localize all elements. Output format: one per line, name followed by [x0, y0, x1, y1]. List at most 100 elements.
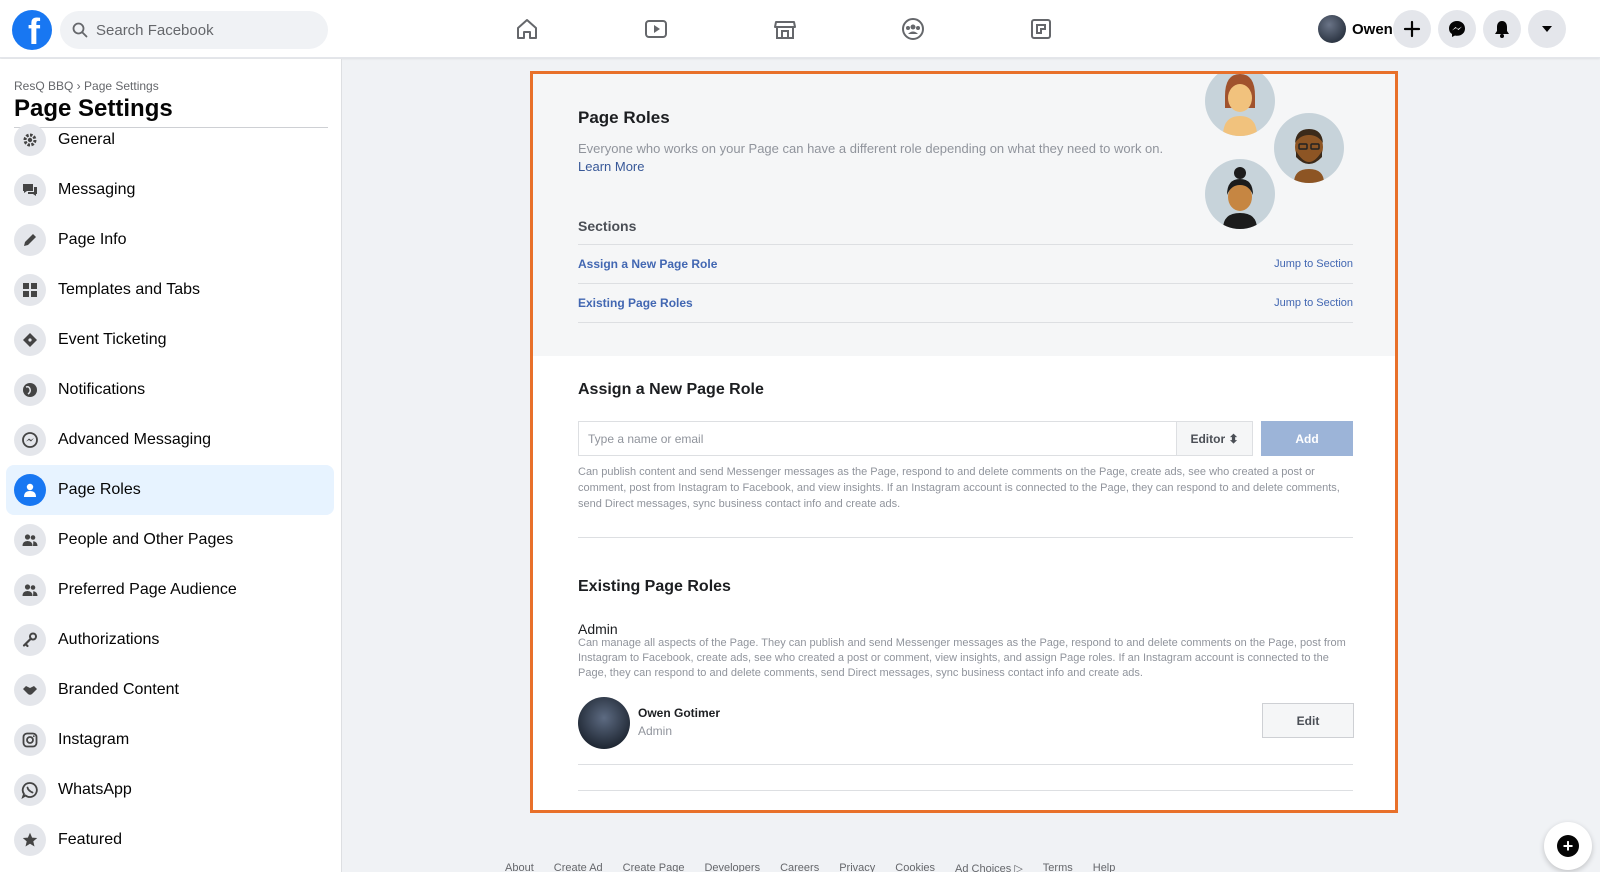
- whatsapp-icon: [14, 774, 46, 806]
- sidebar-item-label: People and Other Pages: [58, 531, 234, 548]
- footer-link-create-ad[interactable]: Create Ad: [554, 862, 603, 872]
- footer-link-ad-choices[interactable]: Ad Choices ▷: [955, 862, 1023, 872]
- footer-link-help[interactable]: Help: [1093, 862, 1116, 872]
- jump-to-section-link[interactable]: Jump to Section: [1274, 297, 1353, 309]
- sections-label: Sections: [578, 218, 637, 234]
- sidebar-item-notifications[interactable]: Notifications: [6, 365, 334, 415]
- role-description: Can publish content and send Messenger m…: [578, 466, 1340, 510]
- sidebar-item-advanced-messaging[interactable]: Advanced Messaging: [6, 415, 334, 465]
- sidebar-item-general[interactable]: General: [6, 115, 334, 165]
- admin-role-title: Admin: [578, 621, 618, 637]
- section-row-assign: Assign a New Page Role Jump to Section: [578, 244, 1353, 283]
- account-menu-button[interactable]: [1528, 10, 1566, 48]
- pencil-icon: [14, 224, 46, 256]
- footer-link-privacy[interactable]: Privacy: [839, 862, 875, 872]
- sidebar-item-authorizations[interactable]: Authorizations: [6, 615, 334, 665]
- jump-to-section-link[interactable]: Jump to Section: [1274, 258, 1353, 270]
- sidebar-item-label: Preferred Page Audience: [58, 581, 237, 598]
- divider: [578, 764, 1353, 765]
- search-box[interactable]: [60, 11, 328, 49]
- messenger-button[interactable]: [1438, 10, 1476, 48]
- star-icon: [14, 824, 46, 856]
- assign-role-form: Editor ⬍ Add: [578, 421, 1353, 456]
- avatar[interactable]: [578, 697, 630, 749]
- footer-link-developers[interactable]: Developers: [704, 862, 760, 872]
- sidebar-item-whatsapp[interactable]: WhatsApp: [6, 765, 334, 815]
- assign-role-title: Assign a New Page Role: [578, 381, 764, 398]
- sidebar-item-branded-content[interactable]: Branded Content: [6, 665, 334, 715]
- messenger-icon: [1449, 21, 1465, 37]
- page-roles-description: Everyone who works on your Page can have…: [578, 140, 1178, 176]
- divider: [578, 790, 1353, 791]
- footer-link-about[interactable]: About: [505, 862, 534, 872]
- gear-icon: [14, 124, 46, 156]
- handshake-icon: [14, 674, 46, 706]
- search-icon: [72, 22, 88, 38]
- section-link-assign[interactable]: Assign a New Page Role: [578, 257, 717, 271]
- new-message-button[interactable]: +: [1544, 822, 1592, 870]
- sidebar-item-messaging[interactable]: Messaging: [6, 165, 334, 215]
- gaming-icon[interactable]: [1026, 14, 1056, 44]
- sidebar-item-label: WhatsApp: [58, 781, 132, 798]
- sidebar-item-featured[interactable]: Featured: [6, 815, 334, 865]
- top-navigation-bar: f Owen: [0, 0, 1600, 58]
- profile-button[interactable]: Owen: [1318, 13, 1393, 45]
- user-name[interactable]: Owen Gotimer: [638, 706, 720, 720]
- admin-role-description: Can manage all aspects of the Page. They…: [578, 637, 1346, 679]
- section-row-existing: Existing Page Roles Jump to Section: [578, 283, 1353, 322]
- sidebar-item-people-and-other-pages[interactable]: People and Other Pages: [6, 515, 334, 565]
- sidebar-item-templates-and-tabs[interactable]: Templates and Tabs: [6, 265, 334, 315]
- role-dropdown[interactable]: Editor ⬍: [1177, 421, 1253, 456]
- section-link-existing[interactable]: Existing Page Roles: [578, 296, 693, 310]
- sidebar-item-label: Notifications: [58, 381, 146, 398]
- grid-icon: [14, 274, 46, 306]
- breadcrumb[interactable]: ResQ BBQ › Page Settings: [14, 79, 159, 93]
- sidebar-item-label: Messaging: [58, 181, 136, 198]
- watch-icon[interactable]: [641, 14, 671, 44]
- sidebar-item-event-ticketing[interactable]: Event Ticketing: [6, 315, 334, 365]
- footer-link-terms[interactable]: Terms: [1043, 862, 1073, 872]
- footer-link-create-page[interactable]: Create Page: [623, 862, 685, 872]
- add-button[interactable]: Add: [1261, 421, 1353, 456]
- sidebar-item-label: Authorizations: [58, 631, 160, 648]
- sidebar-item-instagram[interactable]: Instagram: [6, 715, 334, 765]
- ticket-icon: [14, 324, 46, 356]
- page-roles-panel: Page Roles Everyone who works on your Pa…: [530, 71, 1398, 813]
- bell-icon: [1495, 21, 1509, 38]
- sidebar-item-preferred-page-audience[interactable]: Preferred Page Audience: [6, 565, 334, 615]
- sidebar-item-label: Templates and Tabs: [58, 281, 201, 298]
- home-icon[interactable]: [512, 14, 542, 44]
- illustration-face-2: [1274, 113, 1344, 183]
- sidebar-item-label: Advanced Messaging: [58, 431, 211, 448]
- existing-roles-title: Existing Page Roles: [578, 578, 731, 595]
- sidebar-item-label: General: [58, 131, 115, 148]
- messaging-icon: [14, 174, 46, 206]
- page-roles-title: Page Roles: [578, 108, 670, 127]
- footer-link-cookies[interactable]: Cookies: [895, 862, 935, 872]
- messenger-icon: [14, 424, 46, 456]
- learn-more-link[interactable]: Learn More: [578, 159, 644, 174]
- profile-name: Owen: [1352, 20, 1393, 38]
- footer-links: About Create Ad Create Page Developers C…: [505, 862, 1115, 872]
- footer-link-careers[interactable]: Careers: [780, 862, 819, 872]
- person-icon: [14, 474, 46, 506]
- key-icon: [14, 624, 46, 656]
- groups-icon[interactable]: [898, 14, 928, 44]
- search-input[interactable]: [96, 21, 316, 39]
- edit-button[interactable]: Edit: [1262, 703, 1354, 738]
- sidebar-item-label: Page Info: [58, 231, 127, 248]
- marketplace-icon[interactable]: [770, 14, 800, 44]
- create-button[interactable]: [1393, 10, 1431, 48]
- sidebar-menu: General Messaging Page Info Templates an…: [6, 115, 334, 865]
- sidebar-item-page-roles[interactable]: Page Roles: [6, 465, 334, 515]
- globe-icon: [14, 374, 46, 406]
- notifications-button[interactable]: [1483, 10, 1521, 48]
- sidebar-item-label: Page Roles: [58, 481, 141, 498]
- instagram-icon: [14, 724, 46, 756]
- sidebar-item-label: Instagram: [58, 731, 130, 748]
- facebook-logo-icon[interactable]: f: [12, 10, 52, 50]
- sidebar-item-page-info[interactable]: Page Info: [6, 215, 334, 265]
- people-icon: [14, 524, 46, 556]
- user-role: Admin: [638, 724, 673, 738]
- name-or-email-input[interactable]: [578, 421, 1177, 456]
